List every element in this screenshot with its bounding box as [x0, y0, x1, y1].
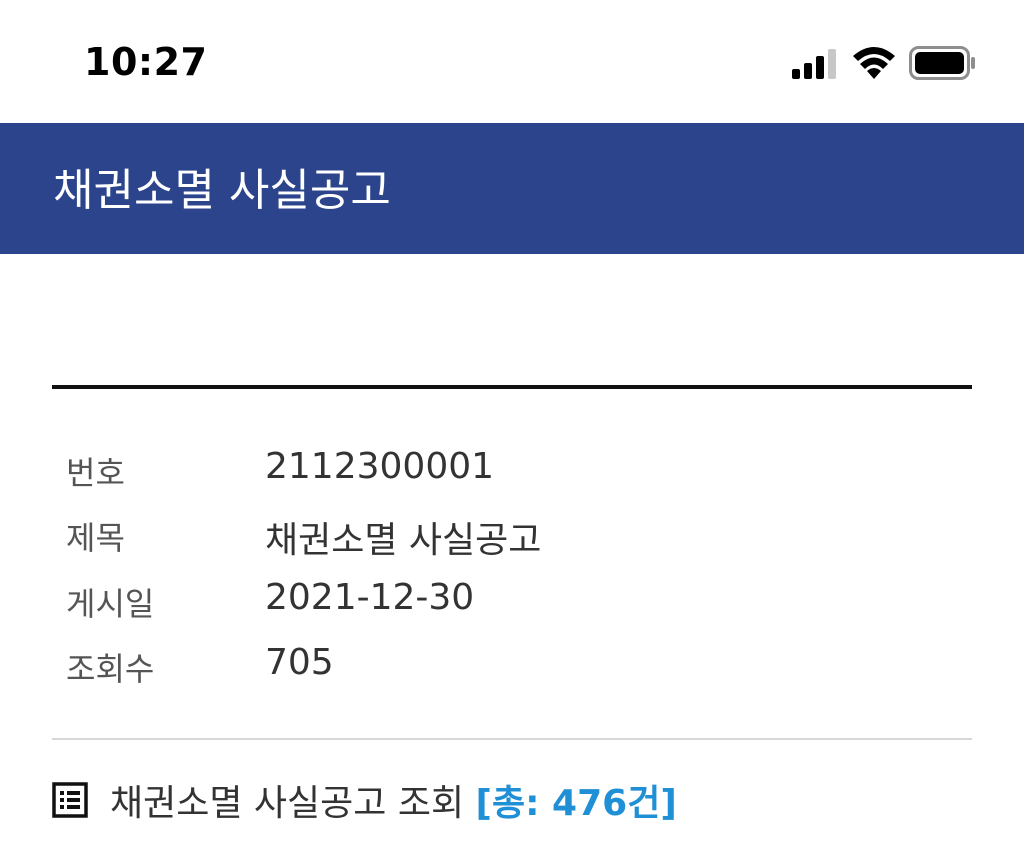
status-bar: 10:27 — [0, 0, 1024, 123]
list-title-text: 채권소멸 사실공고 조회 — [110, 783, 465, 824]
detail-label: 조회수 — [66, 650, 155, 688]
list-link[interactable]: 채권소멸 사실공고 조회 [총: 476건] — [52, 770, 972, 830]
list-title[interactable]: 채권소멸 사실공고 조회 [총: 476건] — [110, 774, 677, 826]
signal-icon — [792, 49, 836, 79]
status-time: 10:27 — [84, 40, 208, 84]
page-title: 채권소멸 사실공고 — [53, 165, 391, 216]
detail-value: 채권소멸 사실공고 — [265, 520, 542, 561]
list-icon — [52, 782, 88, 818]
detail-value: 2021-12-30 — [265, 577, 475, 618]
detail-label: 게시일 — [66, 585, 155, 623]
battery-icon — [909, 46, 975, 80]
detail-value: 705 — [265, 642, 334, 683]
table-bottom-divider — [52, 738, 972, 740]
table-top-divider — [52, 385, 972, 389]
detail-value: 2112300001 — [265, 446, 495, 487]
detail-row-date: 게시일 2021-12-30 — [52, 573, 972, 633]
detail-row-title: 제목 채권소멸 사실공고 — [52, 507, 972, 567]
detail-row-number: 번호 2112300001 — [52, 442, 972, 502]
wifi-icon — [853, 47, 895, 79]
page-header: 채권소멸 사실공고 — [0, 123, 1024, 254]
detail-row-views: 조회수 705 — [52, 638, 972, 698]
detail-label: 제목 — [66, 519, 125, 557]
detail-label: 번호 — [66, 454, 125, 492]
list-count: [총: 476건] — [475, 783, 677, 824]
